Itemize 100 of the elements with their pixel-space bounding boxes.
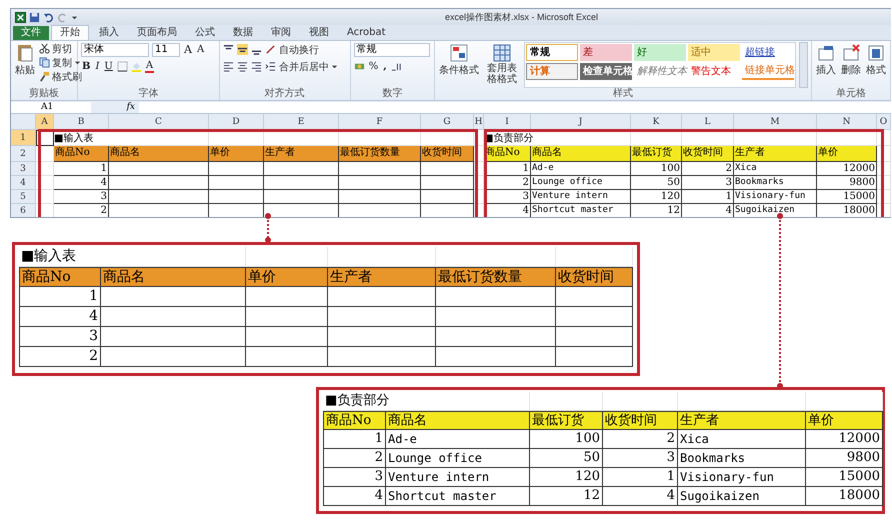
bold-button[interactable]: B (81, 61, 92, 72)
ribbon-tab[interactable]: 插入 (91, 26, 127, 40)
column-header: 商品名 (109, 146, 209, 162)
format-as-table-button[interactable]: 套用表格格式 (483, 42, 521, 88)
insert-button[interactable]: 插入 (815, 42, 837, 88)
column-header[interactable]: L (682, 114, 734, 130)
column-header[interactable]: A (36, 114, 54, 130)
borders-icon[interactable] (116, 61, 128, 72)
scissors-icon (39, 43, 50, 54)
column-header[interactable]: M (734, 114, 817, 130)
merge-center-button[interactable]: 合并后居中 (278, 60, 338, 73)
column-header[interactable]: K (631, 114, 682, 130)
ribbon-tab[interactable]: 公式 (187, 26, 223, 40)
grow-font-button[interactable]: A (183, 43, 193, 56)
column-header[interactable]: C (109, 114, 209, 130)
cell-style[interactable]: 链接单元格 (742, 63, 794, 80)
cell-style[interactable]: 好 (634, 44, 686, 61)
comma-button[interactable]: , (382, 61, 388, 72)
copy-button[interactable]: 复制 (39, 56, 82, 69)
table-cell: 4 (484, 204, 531, 217)
percent-button[interactable]: % (368, 61, 380, 72)
decimal-icon[interactable] (390, 61, 402, 72)
cell-style[interactable]: 检查单元格 (580, 63, 632, 80)
column-header[interactable]: O (877, 114, 891, 130)
cell-style[interactable]: 解释性文本 (634, 63, 686, 80)
orientation-icon[interactable] (264, 44, 276, 55)
conditional-format-button[interactable]: 条件格式 (438, 42, 480, 88)
excel-logo-icon[interactable] (15, 12, 26, 22)
align-center-icon[interactable] (236, 61, 248, 72)
italic-button[interactable]: I (94, 61, 100, 72)
dropdown-icon[interactable] (71, 14, 78, 20)
column-header[interactable]: H (474, 114, 484, 130)
table-cell: Ad-e (386, 430, 530, 449)
table-cell: 4 (603, 487, 678, 506)
column-header[interactable]: N (817, 114, 877, 130)
column-header[interactable]: I (484, 114, 531, 130)
row-header[interactable]: 1 (11, 130, 36, 146)
table-cell: 100 (530, 430, 603, 449)
table-cell: 3 (323, 468, 386, 487)
column-header[interactable]: E (264, 114, 339, 130)
column-header[interactable]: D (209, 114, 264, 130)
column-header: 单价 (806, 411, 883, 430)
clipboard-icon (15, 43, 35, 63)
ribbon-tab[interactable]: Acrobat (339, 26, 394, 40)
shrink-font-button[interactable]: A (196, 44, 206, 55)
font-color-button[interactable]: A (144, 60, 154, 73)
ribbon-tab[interactable]: 数据 (225, 26, 261, 40)
ribbon-tab[interactable]: 视图 (301, 26, 337, 40)
paste-button[interactable]: 粘贴 (14, 42, 36, 88)
selected-cell[interactable] (36, 130, 54, 146)
align-middle-icon[interactable] (236, 44, 248, 55)
ribbon-tab[interactable]: 开始 (51, 25, 89, 40)
table-cell: Visionary-fun (734, 190, 817, 204)
table-cell: 1 (323, 430, 386, 449)
undo-icon[interactable] (43, 12, 54, 22)
column-header: 收货时间 (682, 146, 734, 162)
align-left-icon[interactable] (222, 61, 234, 72)
indent-icon[interactable] (264, 61, 276, 72)
formula-field[interactable] (139, 102, 891, 112)
table-cell: 2 (484, 176, 531, 190)
cell-style[interactable]: 适中 (688, 44, 740, 61)
cell-style[interactable]: 差 (580, 44, 632, 61)
scrollbar[interactable] (799, 42, 808, 88)
currency-icon[interactable] (354, 61, 365, 72)
row-header[interactable]: 2 (11, 146, 36, 162)
delete-cells-icon (841, 43, 861, 63)
column-header[interactable]: J (531, 114, 631, 130)
row-header[interactable]: 6 (11, 204, 36, 217)
align-right-icon[interactable] (250, 61, 262, 72)
ribbon-tab[interactable]: 审阅 (263, 26, 299, 40)
row-header[interactable]: 3 (11, 162, 36, 176)
font-size-field[interactable]: 11 (152, 42, 180, 56)
cell-style[interactable]: 警告文本 (688, 63, 740, 80)
delete-button[interactable]: 删除 (840, 42, 862, 88)
number-format-field[interactable]: 常规 (354, 43, 430, 57)
table-cell: 3 (484, 190, 531, 204)
file-tab[interactable]: 文件 (13, 26, 49, 40)
format-button[interactable]: 格式 (865, 42, 887, 88)
cell-style[interactable]: 超链接 (742, 44, 794, 61)
font-name-field[interactable]: 宋体 (81, 42, 149, 56)
column-header: 生产者 (264, 146, 339, 162)
function-label[interactable]: fx (95, 102, 135, 112)
row-header[interactable]: 4 (11, 176, 36, 190)
underline-button[interactable]: U (103, 61, 114, 72)
row-header[interactable]: 5 (11, 190, 36, 204)
fill-color-icon[interactable] (130, 61, 142, 72)
cut-button[interactable]: 剪切 (39, 42, 82, 55)
save-icon[interactable] (29, 12, 40, 22)
column-header: 单价 (246, 267, 328, 287)
ribbon-tab[interactable]: 页面布局 (129, 26, 185, 40)
empty-cell (209, 162, 264, 176)
cell-style[interactable]: 常规 (526, 44, 578, 61)
column-header: 商品No (323, 411, 386, 430)
wrap-text-button[interactable]: 自动换行 (278, 43, 319, 56)
column-header[interactable]: B (54, 114, 109, 130)
format-painter-button[interactable]: 格式刷 (39, 70, 82, 83)
column-header[interactable]: F (339, 114, 421, 130)
column-header[interactable]: G (421, 114, 474, 130)
table-cell: Xica (734, 162, 817, 176)
name-box[interactable]: A1 (11, 102, 91, 112)
